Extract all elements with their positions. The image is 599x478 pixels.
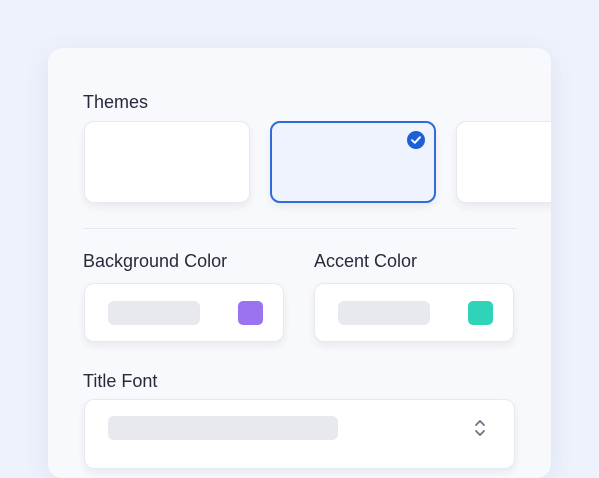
background-color-swatch[interactable]: [238, 301, 263, 325]
accent-color-swatch[interactable]: [468, 301, 493, 325]
settings-panel: Themes Background Color Accent Color Tit…: [48, 48, 551, 478]
accent-color-label: Accent Color: [314, 251, 418, 271]
title-font-label: Title Font: [83, 371, 158, 391]
background-color-value-placeholder: [108, 301, 200, 325]
themes-label: Themes: [83, 92, 149, 112]
check-icon: [407, 131, 425, 149]
accent-color-value-placeholder: [338, 301, 430, 325]
title-font-select[interactable]: [84, 399, 515, 469]
theme-option-1[interactable]: [84, 121, 250, 203]
theme-option-3[interactable]: [456, 121, 551, 203]
chevron-up-down-icon[interactable]: [472, 417, 488, 439]
section-divider: [83, 228, 517, 229]
title-font-value-placeholder: [108, 416, 338, 440]
theme-option-2[interactable]: [270, 121, 436, 203]
background-color-label: Background Color: [83, 251, 228, 271]
accent-color-picker[interactable]: [314, 283, 514, 342]
background-color-picker[interactable]: [84, 283, 284, 342]
